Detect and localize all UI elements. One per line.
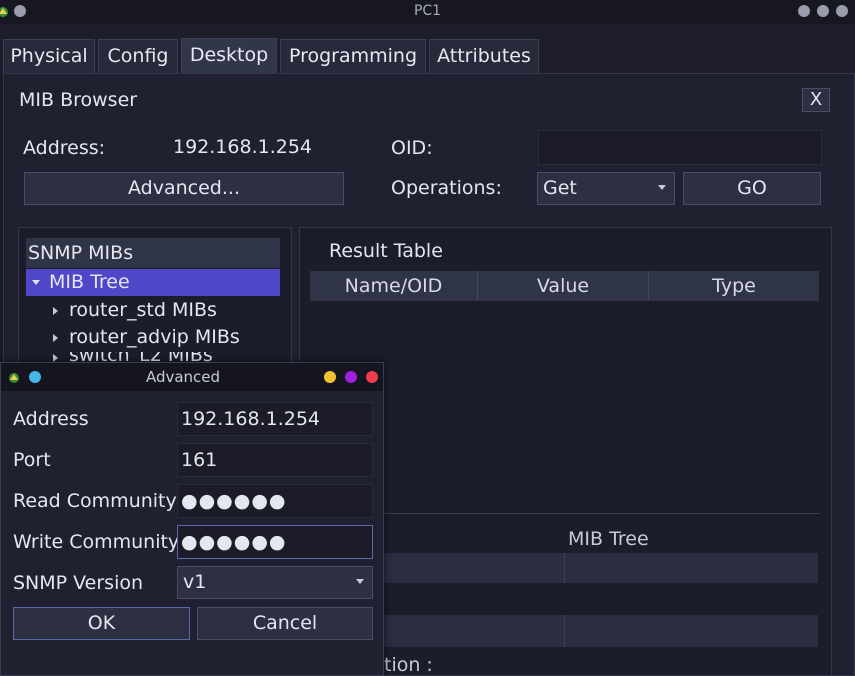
lower-divider <box>384 513 820 514</box>
collapsed-icon <box>53 334 58 342</box>
column-type[interactable]: Type <box>649 271 819 301</box>
dialog-address-field[interactable]: 192.168.1.254 <box>177 402 373 436</box>
tree-item-router-std[interactable]: router_std MIBs <box>26 298 280 324</box>
tab-programming[interactable]: Programming <box>280 39 426 73</box>
lower-row <box>384 553 818 583</box>
window-close-button[interactable] <box>836 5 848 17</box>
go-button[interactable]: GO <box>683 172 821 205</box>
tree-item-label: router_advip MIBs <box>69 326 240 348</box>
chevron-down-icon <box>658 185 666 190</box>
lower-row <box>384 615 818 647</box>
window-minimize-button[interactable] <box>798 5 810 17</box>
mib-browser-close-button[interactable]: X <box>802 88 830 112</box>
tree-item-router-advip[interactable]: router_advip MIBs <box>26 325 280 351</box>
mib-browser-title: MIB Browser <box>19 89 138 111</box>
result-table-header: Name/OID Value Type <box>310 271 819 301</box>
collapsed-icon <box>53 354 58 362</box>
tree-item-label: switch_L2 MIBs <box>69 352 213 362</box>
tab-config[interactable]: Config <box>98 39 178 73</box>
dialog-port-label: Port <box>13 449 51 471</box>
address-field[interactable]: 192.168.1.254 <box>166 131 346 165</box>
expanded-icon <box>32 280 40 285</box>
column-value[interactable]: Value <box>478 271 649 301</box>
write-community-label: Write Community <box>13 531 180 553</box>
tab-attributes[interactable]: Attributes <box>429 39 539 73</box>
tab-physical[interactable]: Physical <box>3 39 95 73</box>
collapsed-icon <box>53 307 58 315</box>
tab-bar: Physical Config Desktop Programming Attr… <box>0 24 855 74</box>
dialog-address-label: Address <box>13 408 89 430</box>
advanced-dialog-titlebar: Advanced <box>1 363 383 391</box>
window-title: PC1 <box>413 3 442 19</box>
dialog-port-field[interactable]: 161 <box>177 443 373 477</box>
snmp-version-select[interactable]: v1 <box>177 566 373 599</box>
tree-item-label: MIB Tree <box>49 271 130 293</box>
advanced-button[interactable]: Advanced... <box>24 172 344 205</box>
snmp-version-label: SNMP Version <box>13 572 144 594</box>
read-community-label: Read Community <box>13 490 177 512</box>
tree-item-switch-l2[interactable]: switch_L2 MIBs <box>26 352 280 362</box>
snmp-version-value: v1 <box>183 571 207 593</box>
partial-label: tion : <box>384 654 433 676</box>
write-community-field[interactable]: ●●●●●● <box>177 525 373 559</box>
tab-desktop[interactable]: Desktop <box>181 38 277 74</box>
lower-row-divider <box>564 615 565 647</box>
advanced-dialog: Advanced Address 192.168.1.254 Port 161 … <box>0 362 384 676</box>
tree-item-label: router_std MIBs <box>69 299 217 321</box>
result-table-title: Result Table <box>329 240 443 262</box>
dialog-minimize-button[interactable] <box>324 371 336 383</box>
address-label: Address: <box>23 137 106 159</box>
column-name-oid[interactable]: Name/OID <box>310 271 478 301</box>
operations-label: Operations: <box>391 177 502 199</box>
tree-header: SNMP MIBs <box>26 238 280 268</box>
tree-item-mib-tree[interactable]: MIB Tree <box>26 269 280 296</box>
oid-field[interactable] <box>538 130 822 165</box>
dialog-close-button[interactable] <box>366 371 378 383</box>
window-titlebar: PC1 <box>0 0 855 24</box>
operations-select-value: Get <box>543 177 577 199</box>
operations-select[interactable]: Get <box>537 172 675 205</box>
window-maximize-button[interactable] <box>817 5 829 17</box>
chevron-down-icon <box>356 579 364 584</box>
dialog-maximize-button[interactable] <box>345 371 357 383</box>
advanced-dialog-title: Advanced <box>145 368 221 386</box>
lower-row-divider <box>564 553 565 583</box>
tree-header-label: SNMP MIBs <box>28 242 134 264</box>
cancel-button[interactable]: Cancel <box>197 607 373 640</box>
oid-label: OID: <box>391 137 433 159</box>
mib-tree-label: MIB Tree <box>568 528 649 550</box>
ok-button[interactable]: OK <box>13 607 190 640</box>
read-community-field[interactable]: ●●●●●● <box>177 484 373 518</box>
